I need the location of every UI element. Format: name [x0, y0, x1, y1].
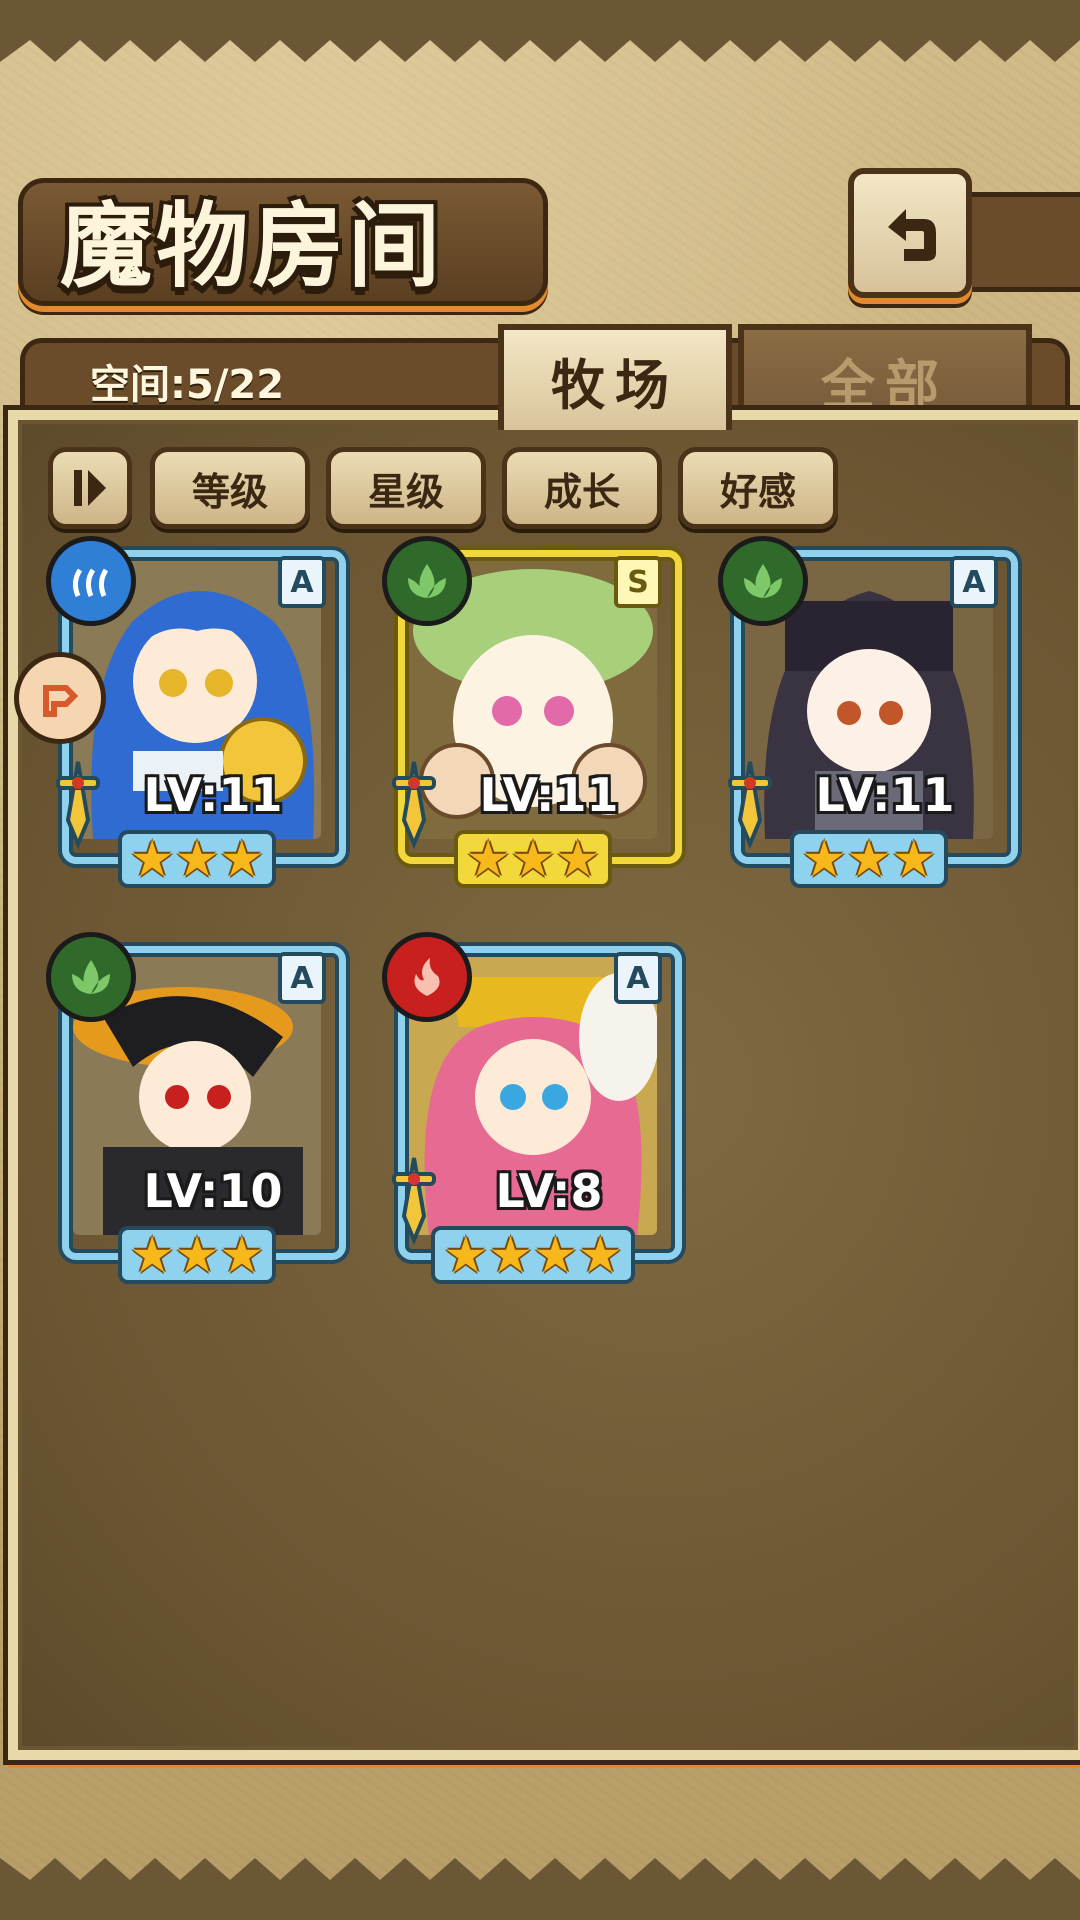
star-icon: ★: [174, 830, 220, 888]
sort-direction-icon: [74, 470, 106, 506]
star-icon: ★: [488, 1226, 533, 1284]
star-icon: ★: [443, 1226, 489, 1284]
level-label: LV:10: [143, 1164, 283, 1218]
star-rating: ★ ★ ★: [48, 830, 346, 888]
star-icon: ★: [555, 830, 601, 888]
star-icon: ★: [801, 830, 847, 888]
wood-element-icon: [718, 536, 808, 626]
monster-card[interactable]: A LV:11 ★ ★ ★: [718, 536, 1018, 888]
sort-star-label: 星级: [367, 469, 444, 514]
star-rating: ★ ★ ★ ★: [384, 1226, 682, 1284]
return-icon: [888, 209, 936, 261]
star-icon: ★: [219, 830, 265, 888]
lock-badge: [14, 652, 106, 744]
star-rating: ★ ★ ★: [48, 1226, 346, 1284]
star-rating: ★ ★ ★: [720, 830, 1018, 888]
back-bar: [960, 192, 1080, 292]
tab-ranch[interactable]: 牧场: [498, 324, 732, 430]
sort-star-button[interactable]: 星级: [326, 447, 486, 529]
tab-ranch-label: 牧场: [551, 353, 679, 417]
sort-growth-label: 成长: [543, 469, 620, 514]
fire-element-icon: [382, 932, 472, 1022]
rank-badge: S: [614, 556, 662, 608]
lock-icon: [43, 685, 79, 717]
sort-toggle-button[interactable]: [48, 447, 132, 529]
water-element-icon: [46, 536, 136, 626]
monster-card[interactable]: A LV:8 ★ ★ ★ ★: [382, 932, 682, 1284]
star-icon: ★: [129, 830, 175, 888]
wood-element-icon: [46, 932, 136, 1022]
level-label: LV:11: [479, 768, 619, 822]
star-icon: ★: [533, 1226, 578, 1284]
sort-affection-button[interactable]: 好感: [678, 447, 838, 529]
star-rating: ★ ★ ★: [384, 830, 682, 888]
star-icon: ★: [174, 1226, 220, 1284]
bottom-border: [0, 1858, 1080, 1920]
tab-all-label: 全部: [821, 353, 949, 417]
monster-card[interactable]: A LV:10 ★ ★ ★: [46, 932, 346, 1284]
back-button[interactable]: [848, 168, 972, 298]
level-label: LV:8: [495, 1164, 603, 1218]
star-icon: ★: [577, 1226, 623, 1284]
sort-level-button[interactable]: 等级: [150, 447, 310, 529]
monster-card[interactable]: S LV:11 ★ ★ ★: [382, 536, 682, 888]
rank-badge: A: [950, 556, 998, 608]
wood-element-icon: [382, 536, 472, 626]
sort-growth-button[interactable]: 成长: [502, 447, 662, 529]
top-border: [0, 0, 1080, 62]
star-icon: ★: [129, 1226, 175, 1284]
level-label: LV:11: [815, 768, 955, 822]
sort-affection-label: 好感: [719, 469, 796, 514]
page-title: 魔物房间: [60, 192, 445, 300]
star-icon: ★: [846, 830, 892, 888]
star-icon: ★: [219, 1226, 265, 1284]
rank-badge: A: [278, 556, 326, 608]
star-icon: ★: [465, 830, 511, 888]
sort-level-label: 等级: [191, 469, 268, 514]
star-icon: ★: [510, 830, 556, 888]
space-counter: 空间:5/22: [90, 362, 285, 408]
star-icon: ★: [891, 830, 937, 888]
rank-badge: A: [614, 952, 662, 1004]
level-label: LV:11: [143, 768, 283, 822]
rank-badge: A: [278, 952, 326, 1004]
